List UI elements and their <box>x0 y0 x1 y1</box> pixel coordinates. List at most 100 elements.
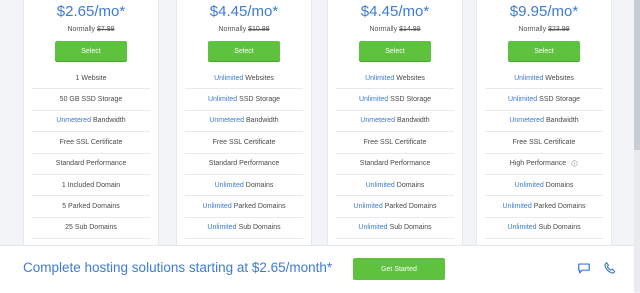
feature-text: Standard Performance <box>359 160 431 168</box>
feature-item: Unlimited Sub Domains <box>336 218 454 240</box>
feature-highlight: Unlimited <box>507 96 538 104</box>
feature-text: Free SSL Certificate <box>59 138 123 146</box>
feature-text: Domains <box>545 181 574 189</box>
plan-normal-price: Normally $10.99 <box>177 26 311 33</box>
feature-text: SSD Storage <box>390 96 432 104</box>
scrollbar[interactable] <box>634 0 640 292</box>
feature-highlight: Unmetered <box>209 117 244 125</box>
feature-item: Unlimited Websites <box>336 68 454 90</box>
feature-highlight: Unmetered <box>360 117 395 125</box>
feature-text: Sub Domains <box>538 224 581 232</box>
feature-text: SSD Storage <box>539 96 581 104</box>
get-started-button[interactable]: Get Started <box>353 258 445 280</box>
feature-text: Bandwidth <box>396 117 430 125</box>
feature-text: Parked Domains <box>533 203 586 211</box>
feature-item: Unlimited Domains <box>336 175 454 197</box>
feature-text: Websites <box>396 74 425 82</box>
feature-item: Standard Performance <box>185 154 303 175</box>
feature-highlight: Unlimited <box>207 224 237 232</box>
plan-price: $9.95/mo* <box>509 3 579 20</box>
feature-item: Unlimited SSD Storage <box>485 89 603 111</box>
plan-card: $4.45/mo* Normally $14.99 Select Unlimited W… <box>327 0 463 261</box>
select-plan-button[interactable]: Select <box>55 41 127 61</box>
feature-highlight: Unlimited <box>514 181 544 189</box>
feature-item: Unlimited Websites <box>485 68 603 90</box>
feature-item: 1 Website <box>32 68 150 90</box>
feature-text: 50 GB SSD Storage <box>59 96 123 104</box>
feature-item: Standard Performance <box>32 154 150 175</box>
feature-item: Unmetered Bandwidth <box>485 111 603 133</box>
feature-text: Domains <box>245 181 274 189</box>
info-icon[interactable] <box>571 160 578 167</box>
feature-highlight: Unlimited <box>507 224 537 232</box>
feature-text: Standard Performance <box>55 160 127 168</box>
feature-item: Unmetered Bandwidth <box>336 111 454 133</box>
feature-text: Domains <box>396 181 425 189</box>
feature-highlight: Unmetered <box>56 117 91 125</box>
feature-item: Unlimited Domains <box>185 175 303 197</box>
normally-label: Normally <box>218 26 247 33</box>
plan-card: $4.45/mo* Normally $10.99 Select Unlimited W… <box>176 0 312 245</box>
feature-highlight: Unlimited <box>207 96 238 104</box>
feature-text: Parked Domains <box>233 203 286 211</box>
feature-text: SSD Storage <box>239 96 281 104</box>
plan-card: $2.65/mo* Normally $7.99 Select 1 Website 50… <box>23 0 159 245</box>
feature-highlight: Unlimited <box>202 203 232 211</box>
feature-item: Unlimited Domains <box>485 175 603 197</box>
feature-item: Unlimited Parked Domains <box>185 196 303 218</box>
feature-text: Bandwidth <box>245 117 279 125</box>
scrollbar-thumb[interactable] <box>634 0 640 150</box>
feature-list: 1 Website 50 GB SSD Storage Unmetered Bandw… <box>24 68 158 240</box>
feature-highlight: Unlimited <box>365 181 395 189</box>
feature-list: Unlimited Websites Unlimited SSD Storage Unm… <box>328 68 462 261</box>
feature-item: Unlimited Parked Domains <box>485 196 603 218</box>
chat-icon[interactable] <box>577 261 591 275</box>
feature-highlight: Unlimited <box>358 224 388 232</box>
normally-price: $7.99 <box>97 26 115 33</box>
feature-item: Free SSL Certificate <box>32 132 150 154</box>
feature-highlight: Unlimited <box>358 96 389 104</box>
feature-item: Free SSL Certificate <box>336 132 454 154</box>
select-plan-button[interactable]: Select <box>208 41 280 61</box>
feature-item: Unlimited Sub Domains <box>185 218 303 240</box>
plan-normal-price: Normally $14.99 <box>328 26 462 33</box>
select-plan-button[interactable]: Select <box>508 41 580 61</box>
feature-item: Unmetered Bandwidth <box>185 111 303 133</box>
feature-text: Bandwidth <box>545 117 579 125</box>
plan-normal-price: Normally $23.99 <box>477 26 611 33</box>
feature-item: Free SSL Certificate <box>185 132 303 154</box>
feature-text: Bandwidth <box>92 117 126 125</box>
normally-label: Normally <box>67 26 96 33</box>
feature-item: Unlimited Parked Domains <box>336 196 454 218</box>
feature-item: 25 Sub Domains <box>32 218 150 240</box>
feature-item: Unlimited Sub Domains <box>485 218 603 240</box>
feature-text: Websites <box>245 74 274 82</box>
feature-list: Unlimited Websites Unlimited SSD Storage Unm… <box>477 68 611 261</box>
feature-text: Free SSL Certificate <box>512 138 576 146</box>
feature-item: High Performance <box>485 154 603 175</box>
feature-highlight: Unlimited <box>214 181 244 189</box>
normally-price: $23.99 <box>548 26 570 33</box>
feature-highlight: Unlimited <box>353 203 383 211</box>
plan-price: $2.65/mo* <box>56 3 126 20</box>
feature-item: Unmetered Bandwidth <box>32 111 150 133</box>
feature-text: Free SSL Certificate <box>363 138 427 146</box>
plan-price: $4.45/mo* <box>209 3 279 20</box>
feature-item: Unlimited SSD Storage <box>185 89 303 111</box>
feature-text: Standard Performance <box>208 160 280 168</box>
plan-card: $9.95/mo* Normally $23.99 Select Unlimited W… <box>476 0 612 261</box>
normally-label: Normally <box>369 26 398 33</box>
plan-normal-price: Normally $7.99 <box>24 26 158 33</box>
select-plan-button[interactable]: Select <box>359 41 431 61</box>
feature-text: 25 Sub Domains <box>65 224 117 232</box>
feature-item: 5 Parked Domains <box>32 196 150 218</box>
feature-highlight: Unlimited <box>502 203 532 211</box>
normally-price: $14.99 <box>399 26 421 33</box>
feature-item: Standard Performance <box>336 154 454 175</box>
phone-icon[interactable] <box>603 261 617 275</box>
feature-highlight: Unmetered <box>509 117 544 125</box>
feature-text: Websites <box>545 74 574 82</box>
normally-label: Normally <box>518 26 547 33</box>
feature-text: High Performance <box>509 160 567 168</box>
feature-highlight: Unlimited <box>365 74 395 82</box>
